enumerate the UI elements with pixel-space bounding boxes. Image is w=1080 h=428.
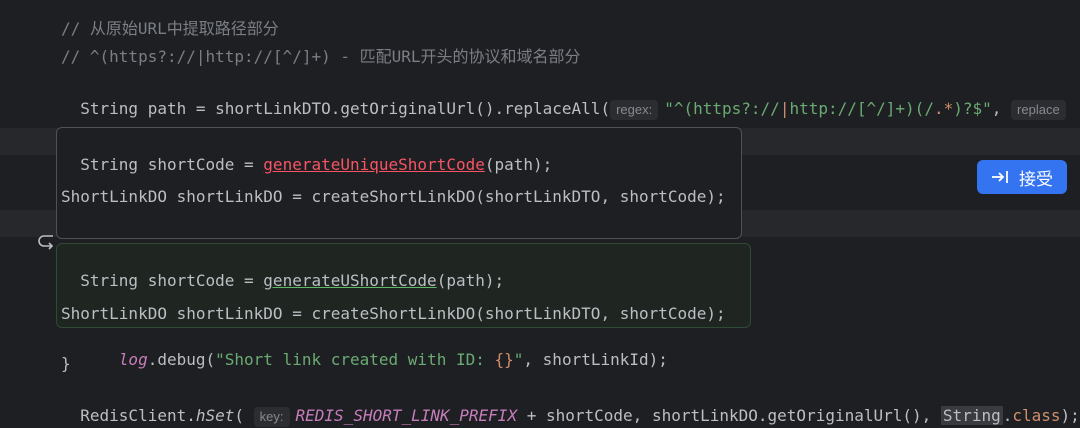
- string-literal: )?$": [953, 99, 992, 118]
- string-literal: "^(https?://: [664, 99, 780, 118]
- param-hint-replace: replace: [1011, 100, 1066, 120]
- comment-line: // 从原始URL中提取路径部分: [61, 19, 279, 38]
- code-text: (path);: [484, 155, 553, 174]
- new-code-line-create: ShortLinkDO shortLinkDO = createShortLin…: [61, 304, 726, 323]
- type-keyword: String: [80, 155, 139, 174]
- regex-dotstar: .*: [933, 99, 954, 118]
- static-constant: REDIS_SHORT_LINK_PREFIX: [295, 406, 518, 425]
- format-placeholder: {}: [494, 350, 514, 369]
- tab-arrow-icon: [992, 171, 1008, 183]
- code-text: shortCode =: [138, 155, 264, 174]
- code-text: shortCode =: [138, 271, 264, 290]
- string-literal: "Short link created with ID:: [215, 350, 495, 369]
- code-text: );: [1060, 406, 1080, 425]
- static-method: hSet: [195, 406, 235, 425]
- comma: ,: [991, 99, 1002, 118]
- class-keyword: class: [1012, 406, 1061, 425]
- code-text: + shortCode, shortLinkDO.getOriginalUrl(…: [517, 406, 941, 425]
- code-text: path = shortLinkDTO.getOriginalUrl().rep…: [138, 99, 611, 118]
- comment-line: // ^(https?://|http://[^/]+) - 匹配URL开头的协…: [61, 47, 581, 66]
- type-keyword: String: [940, 406, 1003, 425]
- code-text: .: [1002, 406, 1013, 425]
- param-hint-regex: regex:: [610, 100, 659, 120]
- method-call-error: generateUniqueShortCode: [263, 155, 485, 174]
- code-line-redis: RedisClient.hSet( key: REDIS_SHORT_LINK_P…: [61, 380, 1080, 427]
- old-code-line-shortcode: String shortCode = generateUniqueShortCo…: [61, 129, 552, 174]
- code-line-replaceall: String path = shortLinkDTO.getOriginalUr…: [61, 73, 1072, 120]
- log-field: log: [118, 350, 148, 369]
- undo-arrow-icon[interactable]: [36, 230, 58, 252]
- code-text: .debug(: [147, 350, 216, 369]
- accept-button[interactable]: 接受: [977, 160, 1067, 194]
- param-hint-key: key:: [253, 407, 290, 427]
- string-literal: ": [513, 350, 524, 369]
- accept-button-label: 接受: [1019, 169, 1053, 189]
- method-call-suggested: generateUShortCode: [263, 271, 437, 290]
- code-text: RedisClient.: [80, 406, 196, 425]
- code-text: (path);: [436, 271, 505, 290]
- type-keyword: String: [80, 99, 139, 118]
- code-line-log: log.debug("Short link created with ID: {…: [61, 324, 668, 369]
- code-text: (: [234, 406, 245, 425]
- closing-brace: }: [61, 354, 71, 373]
- string-literal: http://[^/]+)(/: [789, 99, 934, 118]
- old-code-line-create: ShortLinkDO shortLinkDO = createShortLin…: [61, 187, 726, 206]
- code-text: , shortLinkId);: [523, 350, 668, 369]
- regex-pipe: |: [779, 99, 790, 118]
- new-code-line-shortcode: String shortCode = generateUShortCode(pa…: [61, 245, 504, 290]
- type-keyword: String: [80, 271, 139, 290]
